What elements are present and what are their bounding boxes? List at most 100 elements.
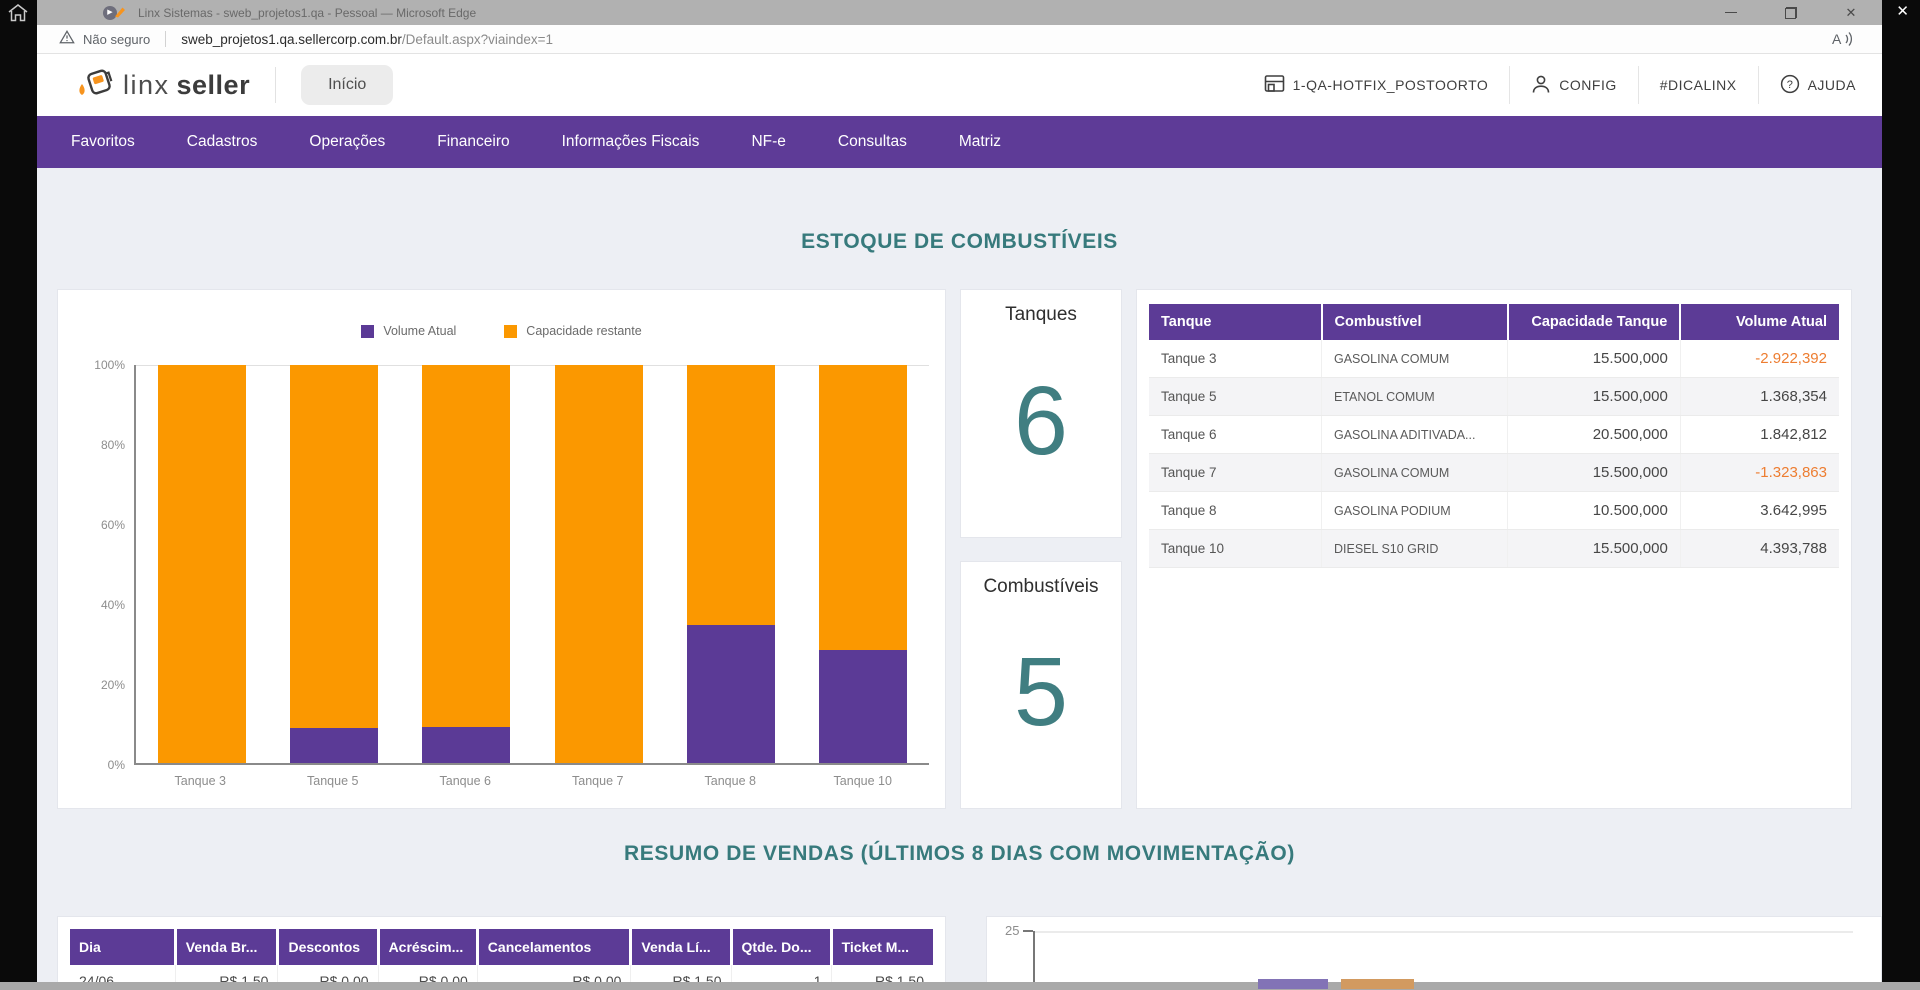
y-tick-label: 40% — [101, 599, 125, 611]
y-tick-label: 0% — [108, 759, 125, 771]
browser-window: ▶ Linx Sistemas - sweb_projetos1.qa - Pe… — [37, 0, 1882, 990]
sales-table-header-row: DiaVenda Br...DescontosAcréscim...Cancel… — [70, 929, 933, 965]
nav-item-nf-e[interactable]: NF-e — [725, 116, 811, 168]
frame-right-strip: ✕ — [1882, 0, 1920, 990]
close-button[interactable]: ✕ — [1838, 4, 1864, 22]
sales-row: DiaVenda Br...DescontosAcréscim...Cancel… — [57, 916, 1882, 990]
window-controls: ✕ — [1718, 4, 1864, 22]
fuel-table-cell: -1.323,863 — [1680, 454, 1839, 492]
fuel-table-cell: 20.500,000 — [1508, 416, 1681, 454]
browser-titlebar: ▶ Linx Sistemas - sweb_projetos1.qa - Pe… — [37, 0, 1882, 25]
restore-button[interactable] — [1778, 4, 1804, 22]
svg-text:A: A — [1832, 31, 1842, 47]
sales-table: DiaVenda Br...DescontosAcréscim...Cancel… — [70, 929, 933, 990]
sales-chart-legend-swatch-purple — [1258, 979, 1328, 989]
sales-table-header-dia: Dia — [70, 929, 175, 965]
help-label: AJUDA — [1808, 77, 1856, 93]
sales-chart-tick-mark — [1023, 930, 1033, 932]
minimize-button[interactable] — [1718, 4, 1744, 22]
fuel-table-header-combustivel: Combustível — [1322, 304, 1508, 340]
config-button[interactable]: CONFIG — [1531, 74, 1616, 97]
config-label: CONFIG — [1559, 77, 1616, 93]
y-tick-label: 20% — [101, 679, 125, 691]
fuel-table-cell: 1.368,354 — [1680, 378, 1839, 416]
fuel-table-row: Tanque 6GASOLINA ADITIVADA...20.500,0001… — [1149, 416, 1839, 454]
header-divider — [1638, 66, 1639, 104]
fuel-table-card: TanqueCombustívelCapacidade TanqueVolume… — [1136, 289, 1852, 809]
sales-table-card: DiaVenda Br...DescontosAcréscim...Cancel… — [57, 916, 946, 990]
nav-item-consultas[interactable]: Consultas — [812, 116, 933, 168]
bar-segment-capacidade-restante — [290, 365, 378, 728]
legend-item-volume-atual[interactable]: Volume Atual — [361, 324, 456, 338]
bar-segment-volume-atual — [687, 625, 775, 763]
fuel-table-cell: Tanque 8 — [1149, 492, 1322, 530]
header-divider — [275, 67, 276, 103]
legend-swatch-icon — [361, 325, 374, 338]
sales-table-header-cancelamentos: Cancelamentos — [477, 929, 631, 965]
fuel-table-row: Tanque 3GASOLINA COMUM15.500,000-2.922,3… — [1149, 340, 1839, 378]
fuel-table-row: Tanque 7GASOLINA COMUM15.500,000-1.323,8… — [1149, 454, 1839, 492]
store-name: 1-QA-HOTFIX_POSTOORTO — [1293, 77, 1489, 93]
stat-value: 6 — [1014, 326, 1068, 537]
url-path: /Default.aspx?viaindex=1 — [402, 32, 553, 47]
fuel-pump-logo-icon — [75, 66, 115, 105]
stat-value: 5 — [1014, 598, 1068, 809]
legend-item-capacidade-restante[interactable]: Capacidade restante — [504, 324, 641, 338]
store-selector[interactable]: 1-QA-HOTFIX_POSTOORTO — [1264, 74, 1489, 96]
fuel-table-cell: Tanque 3 — [1149, 340, 1322, 378]
legend-label: Volume Atual — [383, 324, 456, 338]
dicalinx-button[interactable]: #DICALINX — [1660, 77, 1737, 93]
tab-favicon: ▶ — [103, 5, 131, 21]
sales-table-header-qtde-do: Qtde. Do... — [731, 929, 831, 965]
fuel-table-row: Tanque 5ETANOL COMUM15.500,0001.368,354 — [1149, 378, 1839, 416]
nav-item-cadastros[interactable]: Cadastros — [161, 116, 284, 168]
nav-item-informacoes-fiscais[interactable]: Informações Fiscais — [536, 116, 726, 168]
bar-segment-capacidade-restante — [555, 365, 643, 763]
stat-title: Combustíveis — [983, 576, 1098, 598]
brand-linx: linx — [123, 70, 170, 101]
fuel-table-cell: -2.922,392 — [1680, 340, 1839, 378]
fuel-table-cell: 15.500,000 — [1508, 340, 1681, 378]
nav-item-matriz[interactable]: Matriz — [933, 116, 1027, 168]
stacked-bar-tanque-6 — [422, 365, 510, 763]
header-divider — [1758, 66, 1759, 104]
x-axis-label: Tanque 10 — [819, 774, 907, 788]
fuel-table-header-tanque: Tanque — [1149, 304, 1322, 340]
inicio-button[interactable]: Início — [301, 65, 393, 105]
fuel-table-cell: 15.500,000 — [1508, 530, 1681, 568]
frame-close-icon[interactable]: ✕ — [1896, 3, 1909, 21]
bar-segment-capacidade-restante — [422, 365, 510, 727]
chart-plot-column: Tanque 3Tanque 5Tanque 6Tanque 7Tanque 8… — [134, 365, 929, 788]
stacked-bar-tanque-7 — [555, 365, 643, 763]
home-icon[interactable] — [7, 3, 29, 28]
read-aloud-icon[interactable]: A — [1832, 31, 1854, 47]
y-tick-label: 60% — [101, 519, 125, 531]
horizontal-scrollbar[interactable] — [0, 982, 1920, 990]
legend-label: Capacidade restante — [526, 324, 641, 338]
store-icon — [1264, 74, 1285, 96]
sales-chart-y-tick: 25 — [1005, 923, 1019, 938]
help-icon: ? — [1780, 74, 1800, 97]
help-button[interactable]: ? AJUDA — [1780, 74, 1856, 97]
page-content: ESTOQUE DE COMBUSTÍVEIS Volume AtualCapa… — [37, 168, 1882, 990]
stacked-bar-tanque-3 — [158, 365, 246, 763]
fuel-table-cell: GASOLINA PODIUM — [1322, 492, 1508, 530]
nav-item-favoritos[interactable]: Favoritos — [45, 116, 161, 168]
nav-item-financeiro[interactable]: Financeiro — [411, 116, 535, 168]
fuel-table-cell: DIESEL S10 GRID — [1322, 530, 1508, 568]
sales-table-header-venda-li: Venda Lí... — [631, 929, 731, 965]
url-domain: sweb_projetos1.qa.sellercorp.com.br — [181, 32, 402, 47]
nav-item-operacoes[interactable]: Operações — [283, 116, 411, 168]
url-field[interactable]: sweb_projetos1.qa.sellercorp.com.br/Defa… — [181, 32, 553, 47]
security-chip[interactable]: Não seguro — [59, 30, 150, 49]
address-divider — [165, 31, 166, 47]
sales-chart-legend-swatch-orange — [1341, 979, 1414, 989]
fuel-table-header-volume-atual: Volume Atual — [1680, 304, 1839, 340]
x-axis-label: Tanque 7 — [554, 774, 642, 788]
header-right-group: 1-QA-HOTFIX_POSTOORTO CONFIG #DICALINX — [1264, 66, 1856, 104]
chart-y-axis: 100%80%60%40%20%0% — [82, 359, 134, 771]
address-bar: Não seguro sweb_projetos1.qa.sellercorp.… — [37, 25, 1882, 54]
sales-table-header-ticket-m: Ticket M... — [831, 929, 933, 965]
bar-segment-volume-atual — [819, 650, 907, 763]
fuel-cards-row: Volume AtualCapacidade restante 100%80%6… — [57, 289, 1852, 809]
